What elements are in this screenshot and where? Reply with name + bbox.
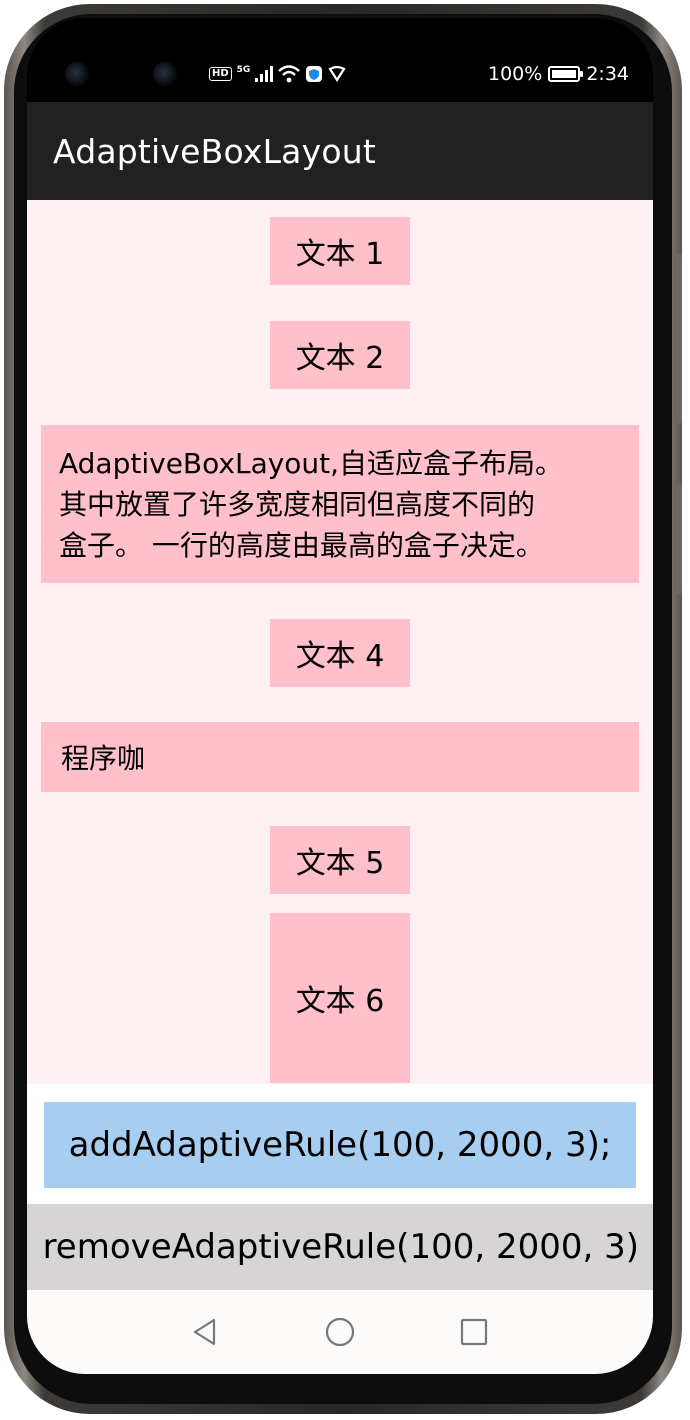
description-line-2: 其中放置了许多宽度相同但高度不同的 [59,487,536,521]
navigation-bar [27,1290,653,1374]
box-text-6: 文本 6 [270,913,410,1083]
volume-button [676,254,682,424]
box-chengxuka: 程序咖 [41,722,639,792]
box-text-5: 文本 5 [270,826,410,894]
signal-icon [255,66,274,82]
adaptive-box-layout: 文本 1 文本 2 AdaptiveBoxLayout,自适应盒子布局。 其中放… [27,200,653,1084]
screen: HD 5G 100% 2:34 AdaptiveBoxLayout 文本 1 文… [27,18,653,1374]
hd-icon: HD [209,67,232,81]
status-right: 100% 2:34 [488,60,629,88]
box-text-2: 文本 2 [270,321,410,389]
location-icon [328,66,346,82]
box-text-1: 文本 1 [270,217,410,285]
description-line-3: 盒子。 一行的高度由最高的盒子决定。 [59,528,544,562]
power-button [676,484,682,594]
status-bar: HD 5G 100% 2:34 [27,18,653,102]
recents-icon[interactable] [454,1312,494,1352]
battery-percent: 100% [488,63,543,85]
front-camera-icon [65,62,89,86]
front-camera-icon [153,62,177,86]
app-title: AdaptiveBoxLayout [53,132,376,171]
battery-icon [548,66,584,82]
wifi-icon [278,65,301,83]
add-adaptive-rule-button[interactable]: addAdaptiveRule(100, 2000, 3); [44,1102,636,1188]
box-text-4: 文本 4 [270,619,410,687]
shield-icon [306,66,323,82]
description-line-1: AdaptiveBoxLayout,自适应盒子布局。 [59,446,564,480]
box-description: AdaptiveBoxLayout,自适应盒子布局。 其中放置了许多宽度相同但高… [41,425,639,583]
status-left-icons: HD 5G [209,62,346,86]
remove-adaptive-rule-button[interactable]: removeAdaptiveRule(100, 2000, 3) [27,1204,653,1290]
clock: 2:34 [586,63,629,85]
app-bar: AdaptiveBoxLayout [27,102,653,200]
back-icon[interactable] [185,1312,225,1352]
button-area: addAdaptiveRule(100, 2000, 3); removeAda… [27,1084,653,1290]
home-icon[interactable] [320,1312,360,1352]
network-type: 5G [236,65,251,75]
